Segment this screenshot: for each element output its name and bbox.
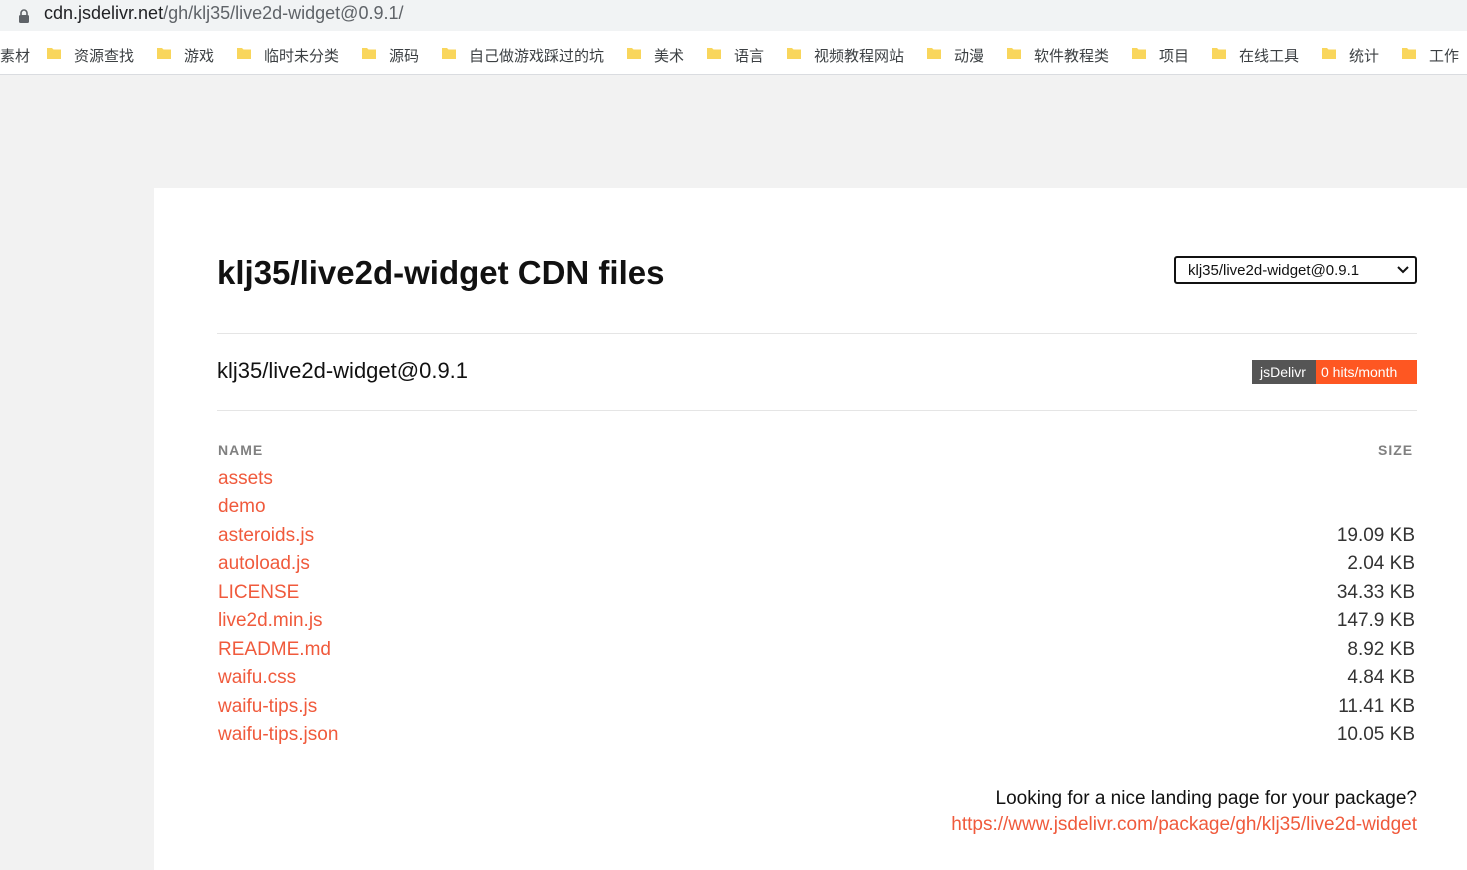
file-link[interactable]: waifu-tips.js	[218, 696, 317, 718]
file-row: assets	[217, 468, 1417, 496]
bookmark-label: 自己做游戏踩过的坑	[469, 48, 605, 65]
folder-icon	[1212, 48, 1226, 59]
folder-icon	[1132, 48, 1146, 59]
file-link[interactable]: waifu-tips.json	[218, 724, 338, 746]
page-title: klj35/live2d-widget CDN files	[217, 254, 665, 291]
folder-icon	[787, 48, 801, 59]
landing-page-link[interactable]: https://www.jsdelivr.com/package/gh/klj3…	[951, 814, 1417, 836]
column-header-size: SIZE	[1378, 442, 1414, 458]
bookmark-label: 在线工具	[1239, 48, 1300, 65]
bookmark-label: 动漫	[954, 48, 985, 65]
badge-value: 0 hits/month	[1316, 360, 1417, 384]
folder-icon	[927, 48, 941, 59]
folder-icon	[1402, 48, 1416, 59]
file-size: 4.84 KB	[1347, 667, 1415, 688]
file-link[interactable]: assets	[218, 468, 273, 490]
file-link[interactable]: waifu.css	[218, 667, 296, 689]
file-link[interactable]: autoload.js	[218, 553, 310, 575]
file-row: waifu-tips.json 10.05 KB	[217, 724, 1417, 752]
url-host: cdn.jsdelivr.net	[44, 3, 164, 23]
package-name: klj35/live2d-widget@0.9.1	[217, 358, 469, 383]
file-link[interactable]: demo	[218, 496, 266, 518]
badge-label: jsDelivr	[1252, 360, 1316, 384]
bookmark-label: 统计	[1349, 48, 1380, 65]
bookmark-label: 视频教程网站	[814, 48, 905, 65]
bookmark-label: 软件教程类	[1034, 48, 1110, 65]
bookmark-label: 游戏	[184, 48, 215, 65]
folder-icon	[707, 48, 721, 59]
bookmark-label: 语言	[734, 48, 765, 65]
file-row: README.md 8.92 KB	[217, 639, 1417, 667]
file-size: 147.9 KB	[1336, 610, 1415, 631]
bookmark-label: 素材	[0, 48, 31, 65]
column-header-name: NAME	[218, 442, 264, 458]
bookmark-label: 美术	[654, 48, 685, 65]
content-panel: klj35/live2d-widget CDN files klj35/live…	[154, 188, 1467, 870]
folder-icon	[362, 48, 376, 59]
file-size: 8.92 KB	[1347, 639, 1415, 660]
bookmark-label: 临时未分类	[264, 48, 340, 65]
bookmark-label: 工作	[1429, 48, 1460, 65]
file-size: 10.05 KB	[1336, 724, 1415, 745]
version-select[interactable]: klj35/live2d-widget@0.9.1	[1174, 256, 1417, 284]
divider	[217, 410, 1417, 411]
lock-icon[interactable]	[18, 9, 30, 23]
file-row: autoload.js 2.04 KB	[217, 553, 1417, 581]
hits-badge[interactable]: jsDelivr 0 hits/month	[1252, 360, 1417, 384]
file-row: LICENSE 34.33 KB	[217, 582, 1417, 610]
folder-icon	[47, 48, 61, 59]
file-link[interactable]: README.md	[218, 639, 331, 661]
file-link[interactable]: LICENSE	[218, 582, 299, 604]
file-size: 2.04 KB	[1347, 553, 1415, 574]
folder-icon	[1007, 48, 1021, 59]
file-link[interactable]: live2d.min.js	[218, 610, 323, 632]
file-size: 19.09 KB	[1336, 525, 1415, 546]
bookmark-label: 资源查找	[74, 48, 135, 65]
file-row: waifu-tips.js 11.41 KB	[217, 696, 1417, 724]
chevron-down-icon	[1397, 266, 1409, 274]
folder-icon	[237, 48, 251, 59]
bookmark-label: 源码	[389, 48, 420, 65]
divider	[217, 333, 1417, 334]
address-bar[interactable]: cdn.jsdelivr.net/gh/klj35/live2d-widget@…	[0, 0, 1467, 31]
file-row: waifu.css 4.84 KB	[217, 667, 1417, 695]
bookmark-label: 项目	[1159, 48, 1190, 65]
folder-icon	[157, 48, 171, 59]
file-row: live2d.min.js 147.9 KB	[217, 610, 1417, 638]
file-size: 11.41 KB	[1338, 696, 1415, 717]
landing-page-question: Looking for a nice landing page for your…	[995, 788, 1417, 809]
url-path: /gh/klj35/live2d-widget@0.9.1/	[163, 3, 404, 23]
file-row: demo	[217, 496, 1417, 524]
folder-icon	[627, 48, 641, 59]
version-select-value: klj35/live2d-widget@0.9.1	[1188, 262, 1360, 279]
folder-icon	[1322, 48, 1336, 59]
file-link[interactable]: asteroids.js	[218, 525, 314, 547]
url-text[interactable]: cdn.jsdelivr.net/gh/klj35/live2d-widget@…	[44, 3, 404, 24]
bookmarks-bar: 素材 资源查找 游戏 临时未分类 源码 自己做游戏踩过的坑 美术 语言 视频教程…	[0, 31, 1467, 75]
file-size: 34.33 KB	[1336, 582, 1415, 603]
folder-icon	[442, 48, 456, 59]
file-row: asteroids.js 19.09 KB	[217, 525, 1417, 553]
